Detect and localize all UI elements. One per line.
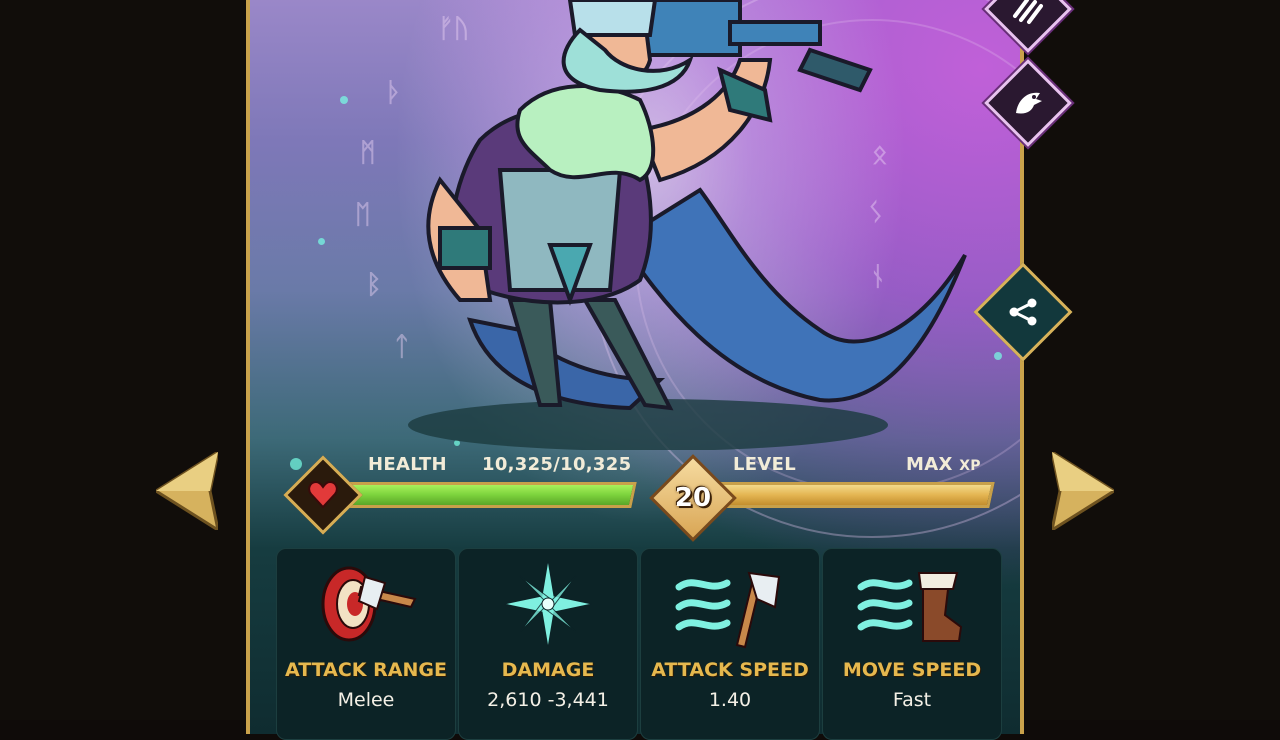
attack-range-title: ATTACK RANGE [285,659,447,681]
heart-icon [308,481,338,509]
sparkle [994,352,1002,360]
health-bar [341,482,637,508]
level-label: LEVEL [733,454,796,475]
damage-value: 2,610 -3,441 [487,689,609,711]
rune-glyph: ᛖ [355,200,371,230]
xp-status: MAX XP [906,454,981,475]
damage-panel: DAMAGE 2,610 -3,441 [458,548,638,740]
previous-hero-arrow[interactable] [156,452,218,530]
attack-speed-value: 1.40 [708,689,752,711]
sparkle [290,458,302,470]
sparkle [318,238,325,245]
raven-head-icon [1016,92,1042,114]
sparkle [340,96,348,104]
attack-range-value: Melee [337,689,395,711]
hero-character-portrait [408,0,967,450]
attack-speed-panel: ATTACK SPEED 1.40 [640,548,820,740]
claw-slash-icon [1013,0,1043,25]
rune-glyph: ᛗ [360,138,376,168]
share-icon [1009,298,1037,326]
move-speed-value: Fast [892,689,932,711]
target-axe-icon [321,566,417,642]
damage-title: DAMAGE [501,659,595,681]
attack-range-panel: ATTACK RANGE Melee [276,548,456,740]
frost-star-icon [503,559,593,649]
left-backdrop [0,0,245,720]
wind-axe-icon [675,571,781,649]
health-bar-fill [344,485,634,505]
xp-bar-fill [716,485,992,505]
health-label: HEALTH [368,454,447,475]
move-speed-panel: MOVE SPEED Fast [822,548,1002,740]
level-number: 20 [674,483,712,513]
move-speed-title: MOVE SPEED [842,659,982,681]
attack-speed-title: ATTACK SPEED [651,659,809,681]
health-value: 10,325/10,325 [482,454,632,475]
xp-bar [713,482,995,508]
xp-unit: XP [959,458,981,474]
next-hero-arrow[interactable] [1052,452,1114,530]
wind-boot-icon [857,572,963,642]
rune-glyph: ᛒ [366,270,382,300]
xp-max-value: MAX [906,454,953,475]
